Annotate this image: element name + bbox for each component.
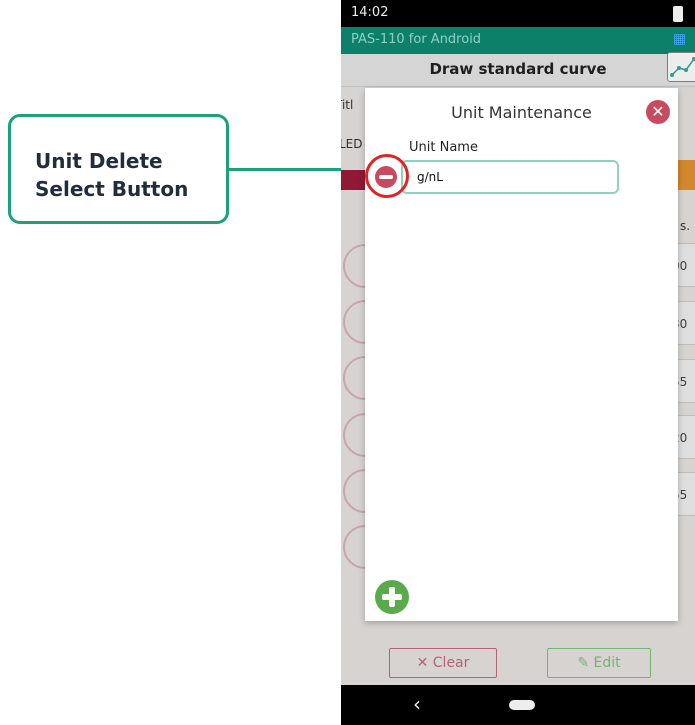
add-unit-button[interactable]: [375, 580, 409, 614]
unit-name-input[interactable]: [401, 160, 619, 194]
callout-box: Unit Delete Select Button: [8, 114, 229, 224]
callout-connector: [229, 168, 354, 171]
callout-line1: Unit Delete: [35, 149, 163, 173]
callout-text: Unit Delete Select Button: [35, 147, 188, 203]
callout-line2: Select Button: [35, 177, 189, 201]
close-icon: ✕: [651, 102, 665, 121]
phone-screen: 14:02 PAS-110 for Android ▦ Draw standar…: [341, 0, 695, 725]
dialog-title: Unit Maintenance: [451, 103, 592, 122]
unit-maintenance-dialog: Unit Maintenance ✕ Unit Name: [365, 88, 678, 621]
close-dialog-button[interactable]: ✕: [646, 100, 670, 124]
highlight-ring: [365, 154, 409, 198]
unit-name-label: Unit Name: [409, 140, 478, 155]
